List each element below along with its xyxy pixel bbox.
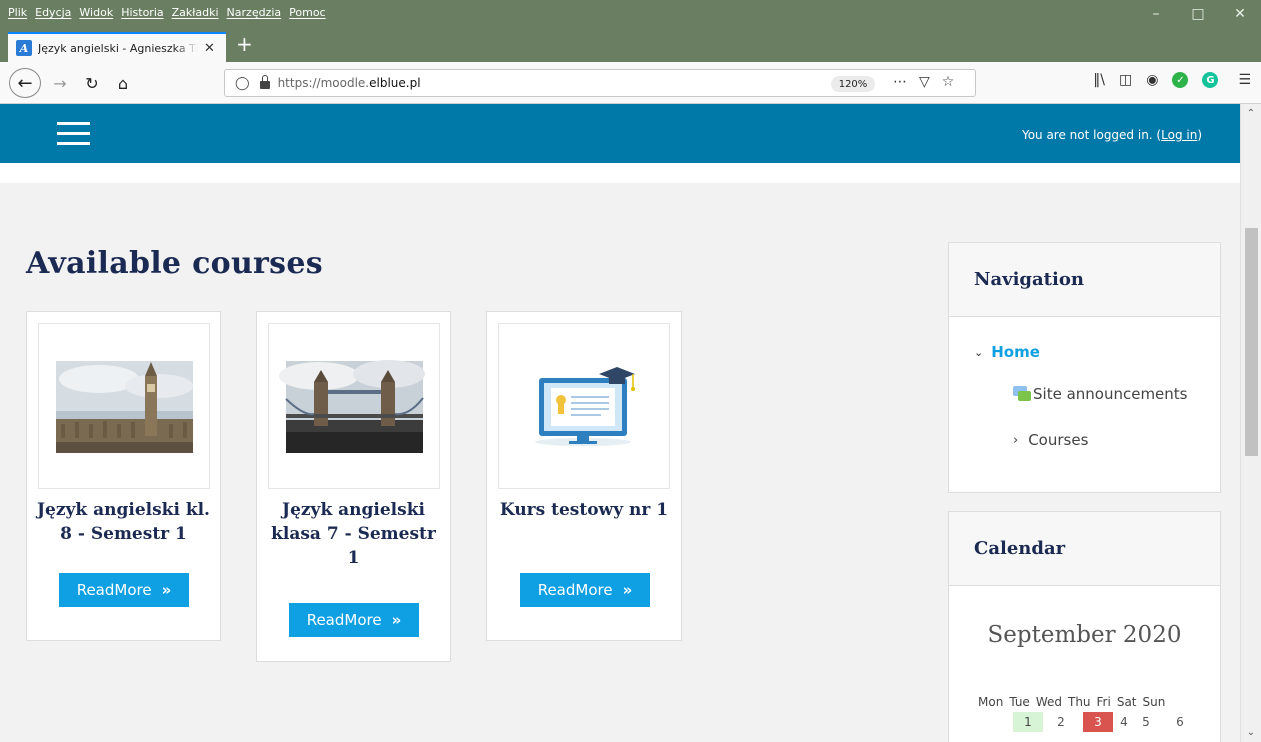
tab-close-icon[interactable]: ✕ [204,41,215,56]
course-image[interactable] [268,323,440,489]
calendar-day[interactable]: 1 [1013,712,1043,732]
forum-icon [1013,386,1031,402]
bookmark-star-icon[interactable]: ☆ [942,74,955,90]
course-title[interactable]: Język angielski kl. 8 - Semestr 1 [27,498,220,546]
double-chevron-right-icon: » [622,581,633,599]
certificate-monitor-icon [535,367,635,446]
course-card: Język angielski klasa 7 - Semestr 1 Read… [256,311,451,662]
sidebar-icon[interactable]: ◫ [1119,72,1132,88]
double-chevron-right-icon: » [391,611,402,629]
window-controls: – □ ✕ [1135,0,1261,28]
page-scrollbar[interactable]: ⌃ ⌄ [1240,104,1261,742]
hamburger-menu-icon[interactable]: ☰ [1238,72,1251,88]
double-chevron-right-icon: » [161,581,172,599]
grammarly-extension-icon[interactable]: G [1202,72,1219,88]
nav-item-home[interactable]: ⌄ Home [974,343,1040,361]
chevron-down-icon: ⌄ [974,345,984,359]
minimize-icon[interactable]: – [1135,0,1177,28]
calendar-days: 1 2 3 4 5 6 [949,712,1220,732]
url-actions: ⋯ ▽ ☆ [893,74,954,90]
weekday-label: Sat [1116,695,1137,709]
course-image[interactable] [498,323,670,489]
menu-list: Plik Edycja Widok Historia Zakładki Narz… [8,6,326,19]
lock-icon[interactable] [259,75,270,89]
login-link[interactable]: Log in [1161,128,1197,142]
weekday-label: Fri [1096,695,1111,709]
zoom-level-badge[interactable]: 120% [831,76,875,92]
weekday-label: Mon [978,695,1004,709]
account-icon[interactable]: ◉ [1146,72,1158,88]
address-bar[interactable]: ◯ https://moodle.elblue.pl 120% ⋯ ▽ ☆ [224,69,976,97]
weekday-label: Thu [1067,695,1091,709]
navigation-title: Navigation [949,243,1220,317]
calendar-day[interactable]: 2 [1049,712,1073,732]
menu-narzedzia[interactable]: Narzędzia [227,6,282,19]
checkmark-extension-icon[interactable]: ✓ [1172,72,1189,88]
read-more-button[interactable]: ReadMore» [59,573,189,607]
calendar-day[interactable]: 6 [1171,712,1189,732]
calendar-day[interactable]: 5 [1137,712,1155,732]
nav-item-courses[interactable]: › Courses [1013,431,1088,449]
course-card: Kurs testowy nr 1 ReadMore» [486,311,682,641]
page-actions-icon[interactable]: ⋯ [893,74,907,90]
tab-title: Język angielski - Agnieszka The [38,41,198,55]
menu-widok[interactable]: Widok [79,6,113,19]
chevron-right-icon: › [1013,432,1019,448]
header-spacer [0,163,1240,183]
new-tab-icon[interactable]: + [236,34,253,54]
menu-toggle-icon[interactable] [57,122,90,146]
calendar-day[interactable]: 4 [1115,712,1133,732]
tracking-shield-icon[interactable]: ◯ [235,76,250,91]
close-window-icon[interactable]: ✕ [1219,0,1261,28]
menu-historia[interactable]: Historia [121,6,163,19]
read-more-button[interactable]: ReadMore» [520,573,650,607]
home-icon[interactable]: ⌂ [112,70,134,96]
menu-zakladki[interactable]: Zakładki [172,6,219,19]
back-icon[interactable]: ← [9,68,41,98]
maximize-icon[interactable]: □ [1177,0,1219,28]
calendar-title: Calendar [949,512,1220,586]
navigation-block: Navigation ⌄ Home Site announcements › C… [948,242,1221,493]
browser-tab[interactable]: A Język angielski - Agnieszka The ✕ [8,32,226,62]
course-card: Język angielski kl. 8 - Semestr 1 ReadMo… [26,311,221,641]
weekday-label: Sun [1142,695,1166,709]
weekday-label: Wed [1035,695,1062,709]
weekday-label: Tue [1009,695,1030,709]
calendar-block: Calendar September 2020 Mon Tue Wed Thu … [948,511,1221,742]
page-content: You are not logged in. (Log in) Availabl… [0,104,1240,742]
scrollbar-thumb[interactable] [1245,228,1258,456]
login-info: You are not logged in. (Log in) [1021,128,1202,142]
scroll-up-icon[interactable]: ⌃ [1241,108,1261,119]
menu-pomoc[interactable]: Pomoc [289,6,325,19]
nav-item-site-announcements[interactable]: Site announcements [1013,385,1187,403]
course-title[interactable]: Język angielski klasa 7 - Semestr 1 [257,498,450,570]
pocket-icon[interactable]: ▽ [919,74,930,90]
forward-icon[interactable]: → [50,70,70,96]
calendar-month: September 2020 [987,622,1182,648]
reload-icon[interactable]: ↻ [82,70,102,96]
browser-toolbar: ← → ↻ ⌂ ◯ https://moodle.elblue.pl 120% … [0,62,1261,104]
browser-menubar: Plik Edycja Widok Historia Zakładki Narz… [0,0,1261,28]
calendar-day-today[interactable]: 3 [1083,712,1113,732]
site-header: You are not logged in. (Log in) [0,104,1240,163]
calendar-weekdays: Mon Tue Wed Thu Fri Sat Sun [978,695,1165,709]
menu-edycja[interactable]: Edycja [35,6,71,19]
tab-bar: A Język angielski - Agnieszka The ✕ + [0,28,1261,62]
menu-plik[interactable]: Plik [8,6,27,19]
scroll-down-icon[interactable]: ⌄ [1241,727,1261,738]
read-more-button[interactable]: ReadMore» [289,603,419,637]
url-text[interactable]: https://moodle.elblue.pl [278,76,421,90]
toolbar-extensions: ‖\ ◫ ◉ ✓ G ☰ [1093,72,1251,88]
site-favicon-icon: A [16,40,32,56]
page-title: Available courses [26,246,323,281]
course-title[interactable]: Kurs testowy nr 1 [487,498,681,522]
course-image[interactable] [38,323,210,489]
library-icon[interactable]: ‖\ [1093,72,1105,88]
